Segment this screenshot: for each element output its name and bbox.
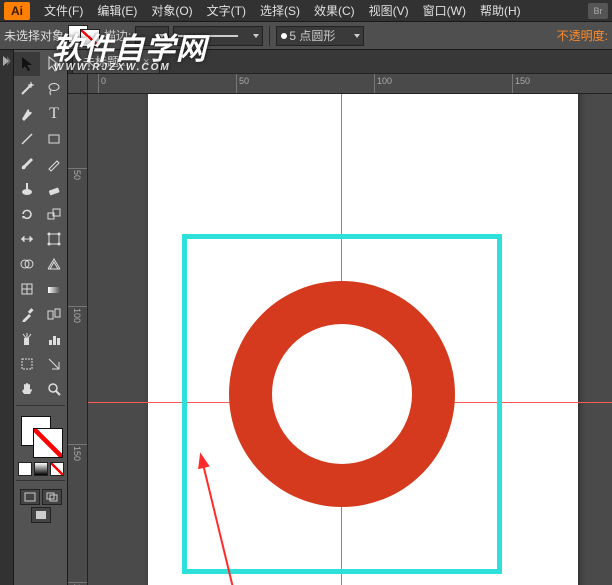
stroke-profile-dropdown[interactable]: [173, 26, 263, 46]
horizontal-ruler[interactable]: 0 50 100 150: [88, 74, 612, 94]
free-transform-tool[interactable]: [41, 227, 67, 251]
menu-object[interactable]: 对象(O): [145, 0, 198, 21]
panel-collapse-strip: [0, 50, 14, 585]
document-tab-title: 未标题...: [83, 53, 129, 70]
pen-tool[interactable]: [14, 102, 40, 126]
selection-tool[interactable]: [14, 52, 40, 76]
chevron-down-icon: [159, 34, 165, 38]
screen-mode-button[interactable]: [31, 507, 51, 523]
color-mode-row: [14, 462, 67, 476]
chevron-down-icon: [354, 34, 360, 38]
draw-mode-normal[interactable]: [20, 489, 40, 505]
stroke-color-indicator[interactable]: [33, 428, 63, 458]
slice-tool[interactable]: [41, 352, 67, 376]
close-icon[interactable]: ×: [143, 56, 149, 68]
paintbrush-tool[interactable]: [14, 152, 40, 176]
eyedropper-tool[interactable]: [14, 302, 40, 326]
blend-tool[interactable]: [41, 302, 67, 326]
hand-tool[interactable]: [14, 377, 40, 401]
chevron-down-icon: [253, 34, 259, 38]
brush-definition-dropdown[interactable]: 5 点圆形: [276, 26, 364, 46]
vertical-ruler[interactable]: 50 100 150 200: [68, 94, 88, 585]
ruler-origin[interactable]: [68, 74, 88, 94]
document-area: 未标题... × 0 50 100 150 50 100 150 200: [68, 50, 612, 585]
fill-stroke-indicator[interactable]: [17, 414, 65, 458]
menu-text[interactable]: 文字(T): [201, 0, 252, 21]
control-bar: 未选择对象 描边: 5 点圆形 不透明度:: [0, 22, 612, 50]
mesh-tool[interactable]: [14, 277, 40, 301]
tools-divider: [16, 480, 65, 481]
column-graph-tool[interactable]: [41, 327, 67, 351]
document-tab[interactable]: 未标题... ×: [72, 50, 160, 73]
gradient-tool[interactable]: [41, 277, 67, 301]
menu-effect[interactable]: 效果(C): [308, 0, 361, 21]
blob-brush-tool[interactable]: [14, 177, 40, 201]
zoom-tool[interactable]: [41, 377, 67, 401]
brush-value: 5 点圆形: [289, 27, 335, 44]
stroke-weight-dropdown[interactable]: [135, 26, 169, 46]
draw-mode-behind[interactable]: [42, 489, 62, 505]
document-tab-bar: 未标题... ×: [68, 50, 612, 74]
app-logo: Ai: [4, 2, 30, 20]
artwork-red-ring[interactable]: [229, 281, 455, 507]
menu-bar: Ai 文件(F) 编辑(E) 对象(O) 文字(T) 选择(S) 效果(C) 视…: [0, 0, 612, 22]
menu-window[interactable]: 窗口(W): [417, 0, 472, 21]
perspective-grid-tool[interactable]: [41, 252, 67, 276]
menu-select[interactable]: 选择(S): [254, 0, 306, 21]
artwork-red-ring-hole: [272, 324, 412, 464]
tools-divider: [16, 405, 65, 406]
magic-wand-tool[interactable]: [14, 77, 40, 101]
collapse-arrow-icon[interactable]: [2, 54, 12, 68]
menu-help[interactable]: 帮助(H): [474, 0, 527, 21]
scale-tool[interactable]: [41, 202, 67, 226]
screen-mode-row2: [14, 507, 67, 523]
color-mode-solid[interactable]: [18, 462, 32, 476]
tools-panel: T: [14, 50, 68, 585]
type-tool[interactable]: T: [41, 102, 67, 126]
stroke-label: 描边:: [104, 27, 131, 44]
artboard-tool[interactable]: [14, 352, 40, 376]
rectangle-tool[interactable]: [41, 127, 67, 151]
rotate-tool[interactable]: [14, 202, 40, 226]
selection-status: 未选择对象: [4, 27, 64, 44]
pencil-tool[interactable]: [41, 152, 67, 176]
work-area: T: [0, 50, 612, 585]
fill-stroke-swatch[interactable]: [68, 25, 100, 47]
screen-mode-row: [14, 489, 67, 505]
brush-dot-icon: [281, 33, 287, 39]
color-mode-gradient[interactable]: [34, 462, 48, 476]
eraser-tool[interactable]: [41, 177, 67, 201]
line-tool[interactable]: [14, 127, 40, 151]
direct-selection-tool[interactable]: [41, 52, 67, 76]
symbol-sprayer-tool[interactable]: [14, 327, 40, 351]
width-tool[interactable]: [14, 227, 40, 251]
bridge-badge[interactable]: Br: [588, 3, 608, 19]
menu-view[interactable]: 视图(V): [363, 0, 415, 21]
stroke-swatch[interactable]: [80, 29, 100, 47]
opacity-label[interactable]: 不透明度:: [557, 27, 608, 44]
color-mode-none[interactable]: [50, 462, 64, 476]
lasso-tool[interactable]: [41, 77, 67, 101]
separator: [269, 26, 270, 46]
shape-builder-tool[interactable]: [14, 252, 40, 276]
menu-file[interactable]: 文件(F): [38, 0, 89, 21]
stroke-profile-icon: [178, 33, 238, 39]
canvas-viewport[interactable]: [88, 94, 612, 585]
menu-edit[interactable]: 编辑(E): [91, 0, 143, 21]
